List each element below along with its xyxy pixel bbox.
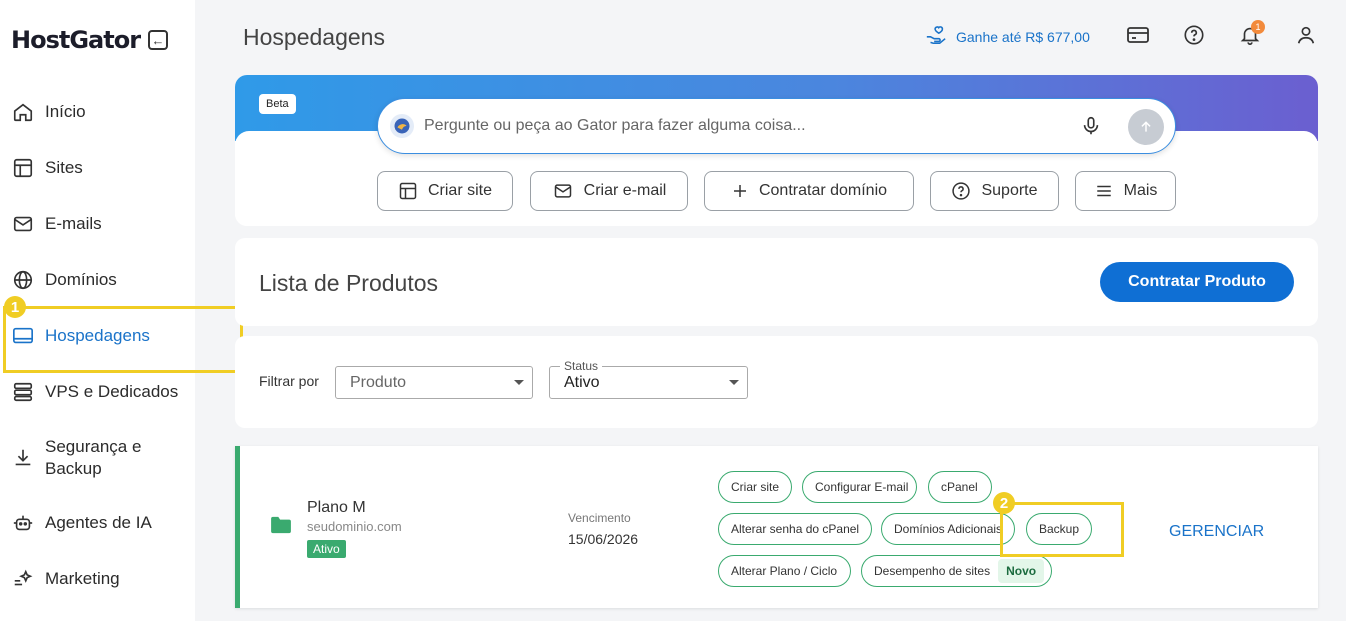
help-icon[interactable]	[1182, 23, 1206, 47]
sidebar-item-label: E-mails	[45, 214, 102, 233]
action-configurar-email[interactable]: Configurar E-mail	[802, 471, 917, 503]
plan-domain: seudominio.com	[307, 519, 402, 534]
sidebar-item-seguranca[interactable]: Segurança e Backup	[11, 436, 155, 480]
chip-label: Contratar domínio	[758, 182, 888, 199]
step-badge-1: 1	[4, 296, 26, 318]
status-legend: Status	[560, 359, 603, 373]
plan-name: Plano M	[307, 499, 366, 516]
chip-criar-email[interactable]: Criar e-mail	[530, 171, 688, 211]
ai-assistant-card: Beta Criar site Criar e-mail Contratar d…	[235, 75, 1318, 226]
earn-label: Ganhe até R$ 677,00	[956, 28, 1090, 45]
section-title: Lista de Produtos	[259, 270, 439, 296]
earn-link[interactable]: Ganhe até R$ 677,00	[924, 24, 1090, 49]
gerenciar-link[interactable]: GERENCIAR	[1169, 523, 1264, 541]
layout-icon	[398, 181, 418, 201]
ai-search-bar	[377, 98, 1176, 154]
highlight-box-1	[3, 306, 243, 373]
user-icon[interactable]	[1294, 23, 1318, 47]
sidebar-item-emails[interactable]: E-mails	[11, 212, 102, 236]
filter-label: Filtrar por	[259, 373, 319, 389]
product-select-value: Produto	[350, 373, 407, 391]
menu-icon	[1094, 182, 1114, 200]
product-list-header: Lista de Produtos Contratar Produto	[235, 238, 1318, 326]
gator-avatar-icon	[390, 114, 414, 138]
beta-badge: Beta	[259, 94, 296, 114]
globe-icon	[11, 268, 35, 292]
chip-suporte[interactable]: Suporte	[930, 171, 1059, 211]
due-date: 15/06/2026	[568, 531, 639, 547]
action-label: Desempenho de sites	[874, 564, 991, 578]
chevron-down-icon	[729, 380, 739, 385]
download-icon	[11, 446, 35, 470]
mail-icon	[552, 181, 574, 201]
layout-icon	[11, 156, 35, 180]
sidebar-item-vps[interactable]: VPS e Dedicados	[11, 380, 178, 404]
help-icon	[951, 181, 971, 201]
status-select[interactable]: Status Ativo	[549, 359, 748, 399]
sidebar-item-label: Início	[45, 102, 86, 121]
chip-contratar-dominio[interactable]: Contratar domínio	[704, 171, 914, 211]
action-cpanel[interactable]: cPanel	[928, 471, 992, 503]
action-desempenho-sites[interactable]: Desempenho de sites Novo	[861, 555, 1052, 587]
page-title: Hospedagens	[243, 24, 385, 50]
logo[interactable]: HostGator ←	[11, 26, 169, 54]
product-select[interactable]: Produto	[335, 366, 533, 399]
chip-label: Suporte	[981, 182, 1038, 199]
collapse-sidebar-icon[interactable]: ←	[148, 30, 169, 50]
action-criar-site[interactable]: Criar site	[718, 471, 792, 503]
folder-icon	[270, 516, 292, 539]
action-alterar-plano[interactable]: Alterar Plano / Ciclo	[718, 555, 851, 587]
microphone-icon[interactable]	[1080, 115, 1102, 142]
server-icon	[11, 380, 35, 404]
sidebar-item-label: Marketing	[45, 569, 120, 588]
chip-criar-site[interactable]: Criar site	[377, 171, 513, 211]
status-badge: Ativo	[307, 540, 346, 558]
sidebar-item-label: Segurança e Backup	[45, 437, 142, 478]
notification-count: 1	[1251, 20, 1265, 34]
new-badge: Novo	[998, 559, 1045, 583]
sidebar-item-label: Sites	[45, 158, 83, 177]
status-select-value: Ativo	[564, 373, 600, 391]
step-badge-2: 2	[993, 492, 1015, 514]
due-label: Vencimento	[568, 511, 631, 525]
contratar-produto-button[interactable]: Contratar Produto	[1100, 262, 1294, 302]
logo-text: HostGator	[11, 26, 141, 54]
sidebar-item-label: Agentes de IA	[45, 513, 152, 532]
action-dominios-adicionais[interactable]: Domínios Adicionais	[881, 513, 1015, 545]
home-icon	[11, 100, 35, 124]
mail-icon	[11, 212, 35, 236]
sidebar-item-agentes[interactable]: Agentes de IA	[11, 511, 152, 535]
sidebar-item-dominios[interactable]: Domínios	[11, 268, 117, 292]
sidebar-item-label: Domínios	[45, 270, 117, 289]
chevron-down-icon	[514, 380, 524, 385]
sidebar-item-sites[interactable]: Sites	[11, 156, 83, 180]
gift-hand-icon	[924, 24, 948, 49]
credit-card-icon[interactable]	[1126, 23, 1150, 47]
sidebar-item-inicio[interactable]: Início	[11, 100, 86, 124]
sidebar-item-marketing[interactable]: Marketing	[11, 567, 120, 591]
bell-icon[interactable]: 1	[1238, 20, 1265, 47]
chip-label: Criar site	[427, 182, 492, 199]
highlight-box-2	[1000, 502, 1124, 557]
chip-label: Criar e-mail	[583, 182, 667, 199]
sidebar-item-label: VPS e Dedicados	[45, 382, 179, 401]
ai-prompt-input[interactable]	[424, 117, 1064, 135]
chip-label: Mais	[1123, 182, 1158, 199]
action-alterar-senha-cpanel[interactable]: Alterar senha do cPanel	[718, 513, 872, 545]
send-button[interactable]	[1128, 109, 1164, 145]
product-card: Plano M seudominio.com Ativo Vencimento …	[235, 446, 1318, 608]
sparkle-icon	[11, 567, 35, 591]
filter-bar: Filtrar por Produto Status Ativo	[235, 336, 1318, 428]
plus-icon	[731, 182, 749, 200]
chip-mais[interactable]: Mais	[1075, 171, 1176, 211]
robot-icon	[11, 511, 35, 535]
